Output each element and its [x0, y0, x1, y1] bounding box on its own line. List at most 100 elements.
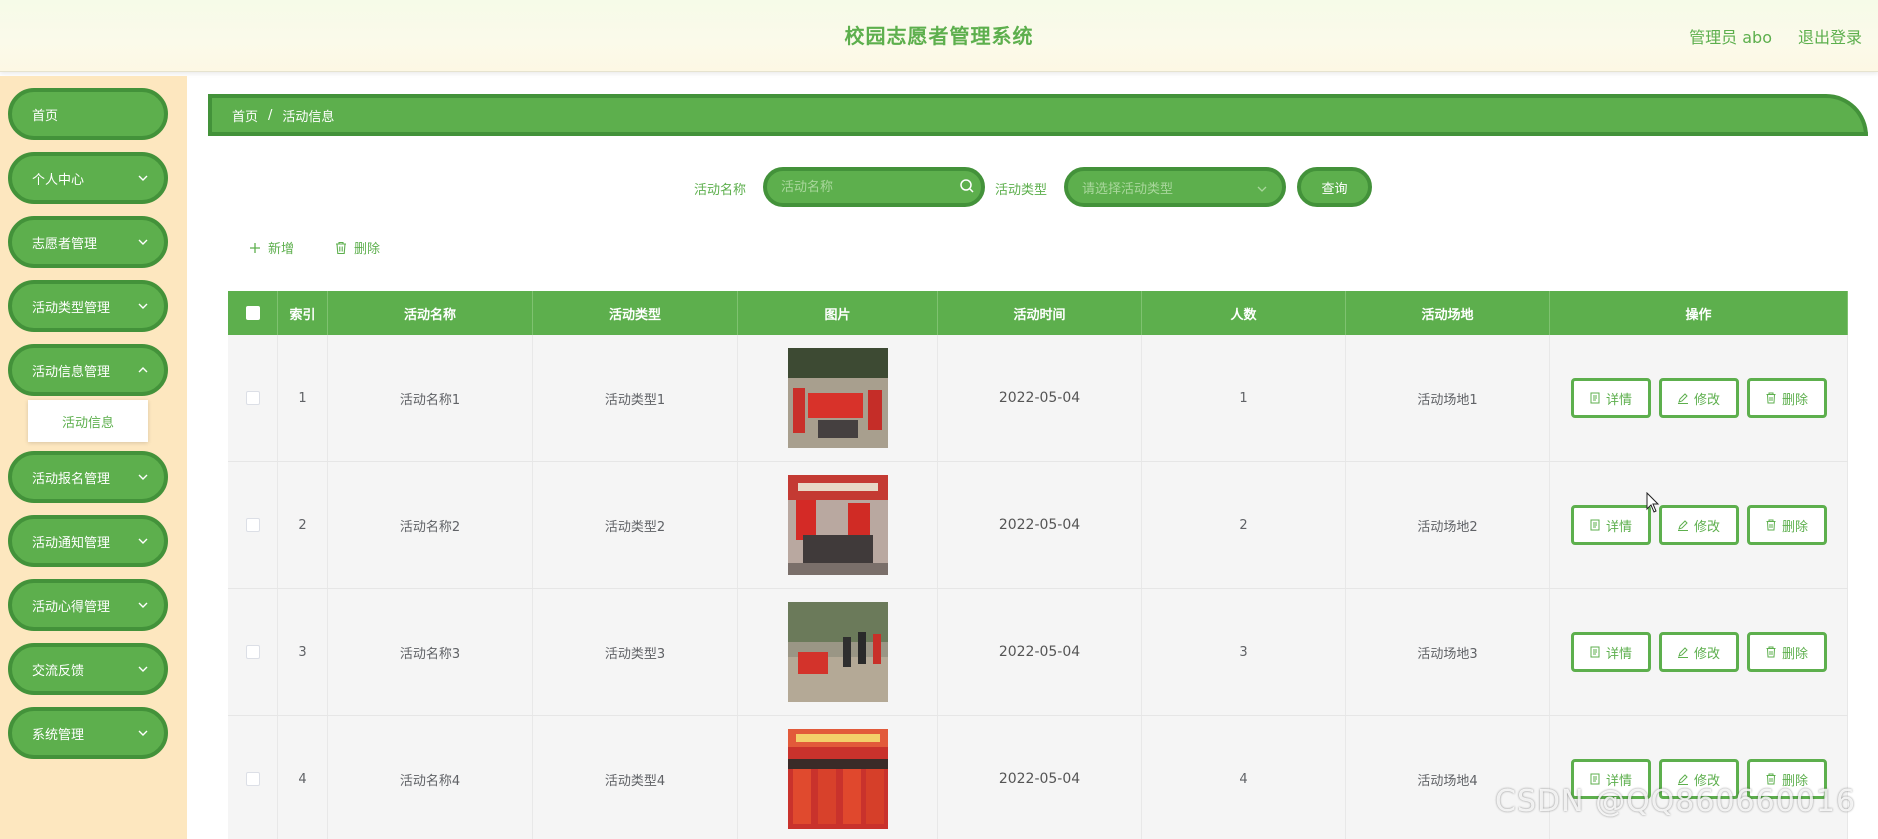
chevron-down-icon	[138, 666, 148, 672]
breadcrumb-current: 活动信息	[282, 109, 335, 125]
sidebar-item-feedback[interactable]: 交流反馈	[8, 643, 168, 695]
cell-count: 3	[1142, 589, 1346, 715]
sidebar-item-label: 活动类型管理	[32, 300, 111, 316]
cell-time: 2022-05-04	[938, 462, 1142, 588]
cell-time: 2022-05-04	[938, 335, 1142, 461]
column-header: 图片	[738, 291, 938, 335]
checkbox[interactable]	[245, 645, 260, 659]
sidebar-item-activity-signup[interactable]: 活动报名管理	[8, 451, 168, 503]
cell-place: 活动场地3	[1346, 589, 1550, 715]
sidebar-item-activity-insights[interactable]: 活动心得管理	[8, 579, 168, 631]
sidebar-item-label: 首页	[32, 108, 59, 124]
query-button[interactable]: 查询	[1297, 167, 1372, 207]
chevron-down-icon	[138, 303, 148, 309]
edit-label: 修改	[1693, 392, 1720, 408]
checkbox[interactable]	[245, 518, 260, 532]
sidebar-item-label: 志愿者管理	[32, 236, 98, 252]
column-header: 活动场地	[1346, 291, 1550, 335]
sidebar-subitem-activity-info[interactable]: 活动信息	[28, 400, 148, 442]
column-header: 索引	[278, 291, 328, 335]
activity-name-input[interactable]	[763, 167, 985, 207]
activity-photo	[787, 475, 888, 575]
row-select[interactable]	[228, 462, 278, 588]
document-icon	[1590, 519, 1600, 531]
detail-label: 详情	[1605, 646, 1632, 662]
table-row: 3 活动名称3 活动类型3 2022-05-04 3 活动场地3 详情 修改 删…	[228, 589, 1848, 716]
cell-index: 2	[278, 462, 328, 588]
sidebar-item-activity-notice[interactable]: 活动通知管理	[8, 515, 168, 567]
cell-time: 2022-05-04	[938, 716, 1142, 839]
table-row: 4 活动名称4 活动类型4 2022-05-04 4 活动场地4 详情 修改 删…	[228, 716, 1848, 839]
cell-type: 活动类型1	[533, 335, 738, 461]
edit-button[interactable]: 修改	[1658, 632, 1739, 672]
document-icon	[1590, 646, 1600, 658]
chevron-down-icon	[1257, 186, 1267, 192]
cell-operations: 详情 修改 删除	[1550, 462, 1848, 588]
batch-delete-button[interactable]: 删除	[334, 238, 380, 257]
sidebar-item-activity-info[interactable]: 活动信息管理	[8, 344, 168, 396]
sidebar-item-personal-center[interactable]: 个人中心	[8, 152, 168, 204]
column-header: 活动类型	[533, 291, 738, 335]
add-button[interactable]: 新增	[248, 238, 294, 257]
row-select[interactable]	[228, 589, 278, 715]
chevron-down-icon	[138, 239, 148, 245]
sidebar-item-home[interactable]: 首页	[8, 88, 168, 140]
checkbox[interactable]	[245, 306, 260, 320]
sidebar-item-volunteer[interactable]: 志愿者管理	[8, 216, 168, 268]
cell-operations: 详情 修改 删除	[1550, 716, 1848, 839]
chevron-down-icon	[138, 474, 148, 480]
cell-index: 3	[278, 589, 328, 715]
row-select[interactable]	[228, 716, 278, 839]
activity-photo	[787, 729, 888, 829]
cell-operations: 详情 修改 删除	[1550, 335, 1848, 461]
cell-index: 1	[278, 335, 328, 461]
column-header: 活动时间	[938, 291, 1142, 335]
cell-type: 活动类型4	[533, 716, 738, 839]
breadcrumb-home[interactable]: 首页	[232, 106, 258, 125]
delete-label: 删除	[354, 242, 381, 257]
delete-label: 删除	[1781, 519, 1808, 535]
cell-place: 活动场地2	[1346, 462, 1550, 588]
delete-label: 删除	[1781, 392, 1808, 408]
activity-name-label: 活动名称	[694, 183, 747, 198]
logout-link[interactable]: 退出登录	[1798, 24, 1862, 48]
cell-time: 2022-05-04	[938, 589, 1142, 715]
delete-button[interactable]: 删除	[1746, 505, 1827, 545]
sidebar-item-label: 交流反馈	[32, 663, 85, 679]
sidebar-item-label: 个人中心	[32, 172, 85, 188]
select-placeholder: 请选择活动类型	[1082, 181, 1174, 197]
header-select-all[interactable]	[228, 291, 278, 335]
checkbox[interactable]	[245, 391, 260, 405]
sidebar-item-label: 活动通知管理	[32, 535, 111, 551]
sidebar-item-activity-type[interactable]: 活动类型管理	[8, 280, 168, 332]
watermark: CSDN @QQ860660016	[1495, 784, 1857, 819]
column-header: 人数	[1142, 291, 1346, 335]
activity-type-select[interactable]: 请选择活动类型	[1064, 167, 1286, 207]
cell-name: 活动名称4	[328, 716, 533, 839]
sidebar-item-label: 活动心得管理	[32, 599, 111, 615]
edit-button[interactable]: 修改	[1658, 378, 1739, 418]
cell-type: 活动类型3	[533, 589, 738, 715]
delete-button[interactable]: 删除	[1746, 632, 1827, 672]
trash-icon	[1766, 519, 1776, 531]
detail-button[interactable]: 详情	[1570, 632, 1651, 672]
cell-count: 1	[1142, 335, 1346, 461]
row-select[interactable]	[228, 335, 278, 461]
edit-label: 修改	[1693, 646, 1720, 662]
table-header: 索引 活动名称 活动类型 图片 活动时间 人数 活动场地 操作	[228, 291, 1848, 335]
current-user[interactable]: 管理员 abo	[1689, 24, 1772, 48]
checkbox[interactable]	[245, 772, 260, 786]
activity-table: 索引 活动名称 活动类型 图片 活动时间 人数 活动场地 操作 1 活动名称1 …	[228, 291, 1848, 839]
pencil-icon	[1677, 520, 1688, 531]
table-row: 1 活动名称1 活动类型1 2022-05-04 1 活动场地1 详情 修改 删…	[228, 335, 1848, 462]
cell-name: 活动名称2	[328, 462, 533, 588]
chevron-down-icon	[138, 175, 148, 181]
add-label: 新增	[268, 242, 295, 257]
cell-count: 4	[1142, 716, 1346, 839]
delete-button[interactable]: 删除	[1746, 378, 1827, 418]
edit-button[interactable]: 修改	[1658, 505, 1739, 545]
sidebar-item-system[interactable]: 系统管理	[8, 707, 168, 759]
detail-button[interactable]: 详情	[1570, 378, 1651, 418]
detail-button[interactable]: 详情	[1570, 505, 1651, 545]
column-header: 操作	[1550, 291, 1848, 335]
